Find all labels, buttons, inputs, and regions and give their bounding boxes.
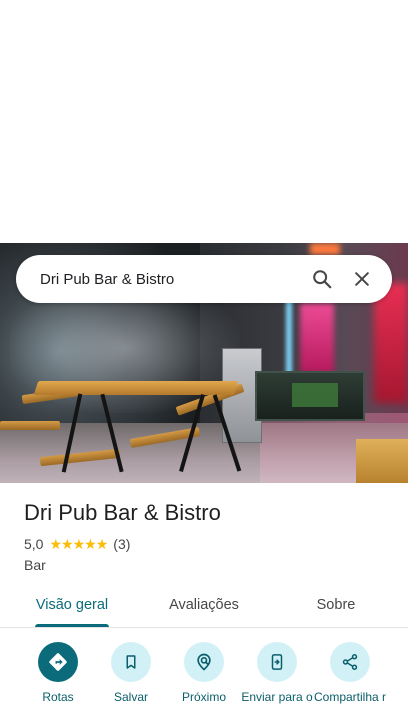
action-bar: Rotas Salvar Próximo Enviar para o Compa…: [0, 642, 408, 726]
action-label: Próximo: [181, 690, 226, 704]
bookmark-icon: [111, 642, 151, 682]
action-label: Salvar: [113, 690, 148, 704]
photo-neon-light: [310, 243, 340, 255]
search-icon[interactable]: [302, 259, 342, 299]
star-icon: ★: [84, 536, 97, 552]
star-rating: ★ ★ ★ ★ ★: [49, 536, 109, 552]
tab-bar: Visão geral Avaliações Sobre: [0, 583, 408, 628]
review-count[interactable]: (3): [113, 536, 130, 552]
place-title: Dri Pub Bar & Bistro: [24, 500, 221, 525]
tab-overview[interactable]: Visão geral: [24, 583, 120, 627]
action-label: Enviar para o: [241, 690, 313, 704]
send-to-phone-button[interactable]: Enviar para o: [240, 642, 314, 704]
nearby-icon: [184, 642, 224, 682]
star-icon: ★: [95, 536, 109, 552]
star-icon: ★: [72, 536, 86, 552]
photo-neon-light: [286, 293, 292, 383]
photo-counter-sign: [292, 383, 338, 407]
tab-label: Sobre: [316, 597, 356, 613]
tab-label: Visão geral: [35, 597, 109, 613]
share-icon: [330, 642, 370, 682]
search-bar[interactable]: Dri Pub Bar & Bistro: [16, 255, 392, 303]
star-icon: ★: [61, 536, 74, 552]
search-input[interactable]: Dri Pub Bar & Bistro: [40, 271, 302, 288]
active-tab-indicator: [35, 624, 109, 627]
action-label: Compartilha r: [313, 690, 387, 704]
photo-neon-light: [300, 303, 334, 373]
place-category: Bar: [24, 557, 46, 573]
photo-table: [356, 439, 408, 483]
photo-neon-light: [374, 283, 408, 403]
photo-chair: [0, 421, 60, 430]
directions-button[interactable]: Rotas: [21, 642, 95, 704]
tab-reviews[interactable]: Avaliações: [156, 583, 252, 627]
close-icon[interactable]: [342, 259, 382, 299]
send-to-phone-icon: [257, 642, 297, 682]
tab-label: Avaliações: [169, 597, 239, 613]
nearby-button[interactable]: Próximo: [167, 642, 241, 704]
photo-table: [33, 381, 239, 395]
rating-value: 5,0: [24, 536, 44, 552]
rating-row[interactable]: 5,0 ★ ★ ★ ★ ★ (3): [24, 536, 130, 552]
star-icon: ★: [49, 536, 62, 552]
share-button[interactable]: Compartilha r: [313, 642, 387, 704]
directions-icon: [38, 642, 78, 682]
save-button[interactable]: Salvar: [94, 642, 168, 704]
action-label: Rotas: [42, 690, 74, 704]
tab-about[interactable]: Sobre: [288, 583, 384, 627]
